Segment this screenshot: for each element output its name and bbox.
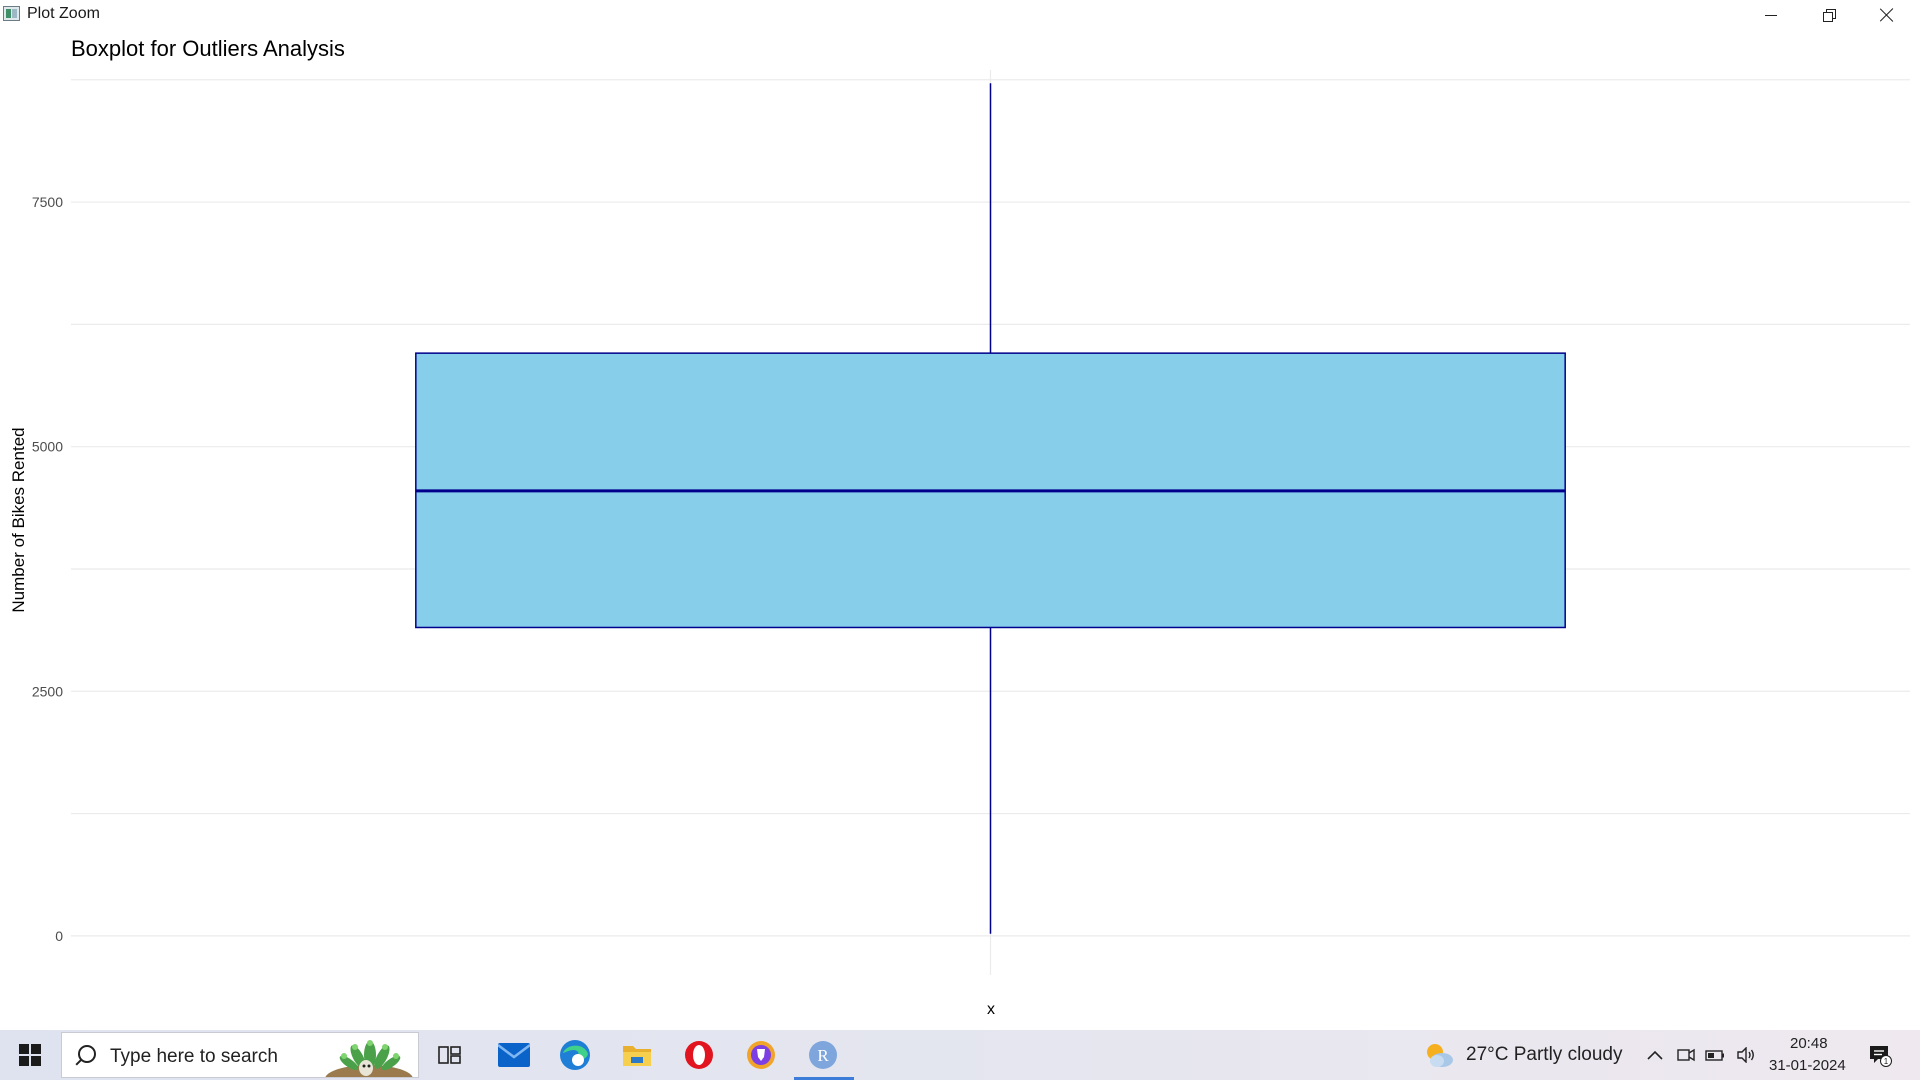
start-button[interactable] [0, 1030, 60, 1080]
y-tick-label: 5000 [32, 439, 63, 455]
clock-date[interactable]: 31-01-2024 [1769, 1057, 1846, 1074]
window-titlebar: Plot Zoom [0, 0, 1920, 30]
windows-start-icon [19, 1044, 41, 1066]
y-axis-label: Number of Bikes Rented [9, 427, 28, 613]
close-icon [1880, 8, 1894, 22]
close-button[interactable] [1858, 0, 1916, 30]
clock-time[interactable]: 20:48 [1790, 1035, 1828, 1052]
battery-icon [1705, 1050, 1724, 1061]
x-axis-label: x [987, 1001, 995, 1018]
task-view-button[interactable] [431, 1036, 469, 1074]
show-hidden-icons-button[interactable] [1645, 1045, 1665, 1065]
battery-button[interactable] [1705, 1045, 1725, 1065]
maximize-button[interactable] [1800, 0, 1858, 30]
search-highlight-illustration [325, 1040, 413, 1077]
r-app-button[interactable]: R [804, 1036, 842, 1074]
opera-app-button[interactable] [680, 1036, 718, 1074]
y-tick-label: 0 [55, 928, 63, 944]
mail-app-button[interactable] [495, 1036, 533, 1074]
meet-now-icon [1677, 1048, 1695, 1062]
chevron-up-icon [1647, 1050, 1663, 1060]
edge-app-button[interactable] [556, 1036, 594, 1074]
brave-icon [747, 1041, 775, 1069]
maximize-icon [1823, 9, 1836, 22]
plot-window-icon [3, 6, 20, 21]
opera-icon [685, 1041, 713, 1069]
task-view-icon [438, 1046, 461, 1064]
brave-app-button[interactable] [742, 1036, 780, 1074]
volume-icon [1737, 1047, 1754, 1063]
edge-icon [560, 1040, 590, 1070]
meet-now-button[interactable] [1676, 1045, 1696, 1065]
svg-text:R: R [817, 1046, 829, 1065]
notification-count: 1 [1884, 1057, 1889, 1066]
y-tick-label: 7500 [32, 194, 63, 210]
volume-button[interactable] [1736, 1045, 1756, 1065]
search-placeholder: Type here to search [110, 1046, 278, 1067]
y-tick-label: 2500 [32, 683, 63, 699]
notification-center-icon[interactable]: 1 [1868, 1043, 1892, 1067]
weather-text[interactable]: 27°C Partly cloudy [1466, 1044, 1623, 1066]
partly-cloudy-icon[interactable] [1424, 1041, 1454, 1069]
taskbar-search-box[interactable]: Type here to search [61, 1032, 419, 1078]
minimize-icon [1765, 14, 1777, 16]
minimize-button[interactable] [1742, 0, 1800, 30]
boxplot-chart: 0 2500 5000 7500 [32, 70, 1910, 975]
r-icon: R [809, 1041, 837, 1069]
window-title: Plot Zoom [27, 5, 100, 22]
mail-icon [498, 1043, 530, 1067]
file-explorer-button[interactable] [618, 1036, 656, 1074]
file-explorer-icon [623, 1046, 651, 1066]
search-icon [78, 1045, 96, 1063]
taskbar: Type here to search R 27°C Partly cloudy… [0, 1030, 1920, 1080]
